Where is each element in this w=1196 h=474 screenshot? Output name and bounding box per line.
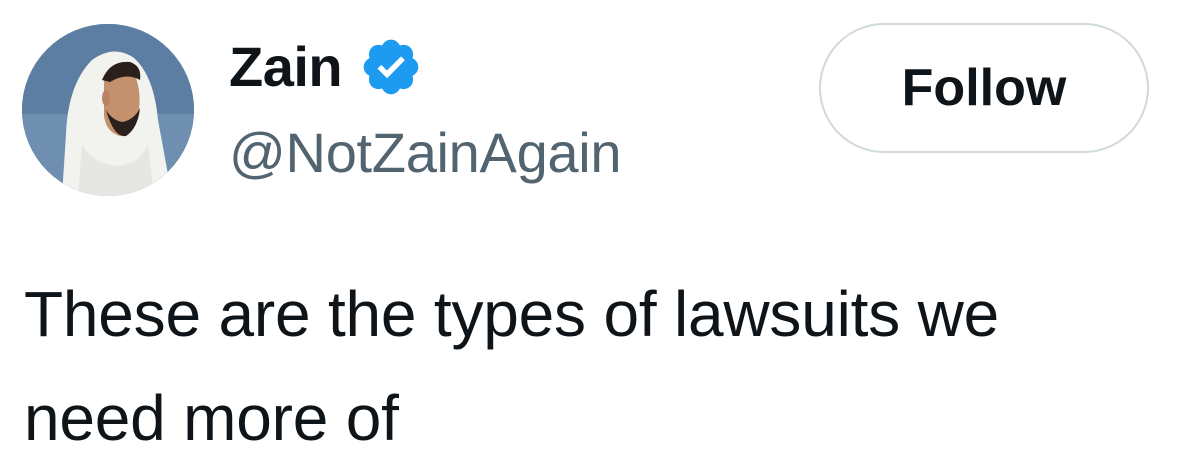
display-name[interactable]: Zain — [229, 32, 343, 102]
author-name-row: Zain — [229, 32, 426, 102]
follow-button[interactable]: Follow — [819, 23, 1149, 153]
verified-badge-icon[interactable] — [356, 32, 426, 102]
tweet-text: These are the types of lawsuits we need … — [24, 278, 1000, 454]
tweet-card: Zain @NotZainAgain Follow These are the … — [0, 0, 1196, 474]
avatar-photo — [22, 24, 194, 196]
author-handle[interactable]: @NotZainAgain — [229, 118, 622, 188]
avatar[interactable] — [22, 24, 194, 196]
